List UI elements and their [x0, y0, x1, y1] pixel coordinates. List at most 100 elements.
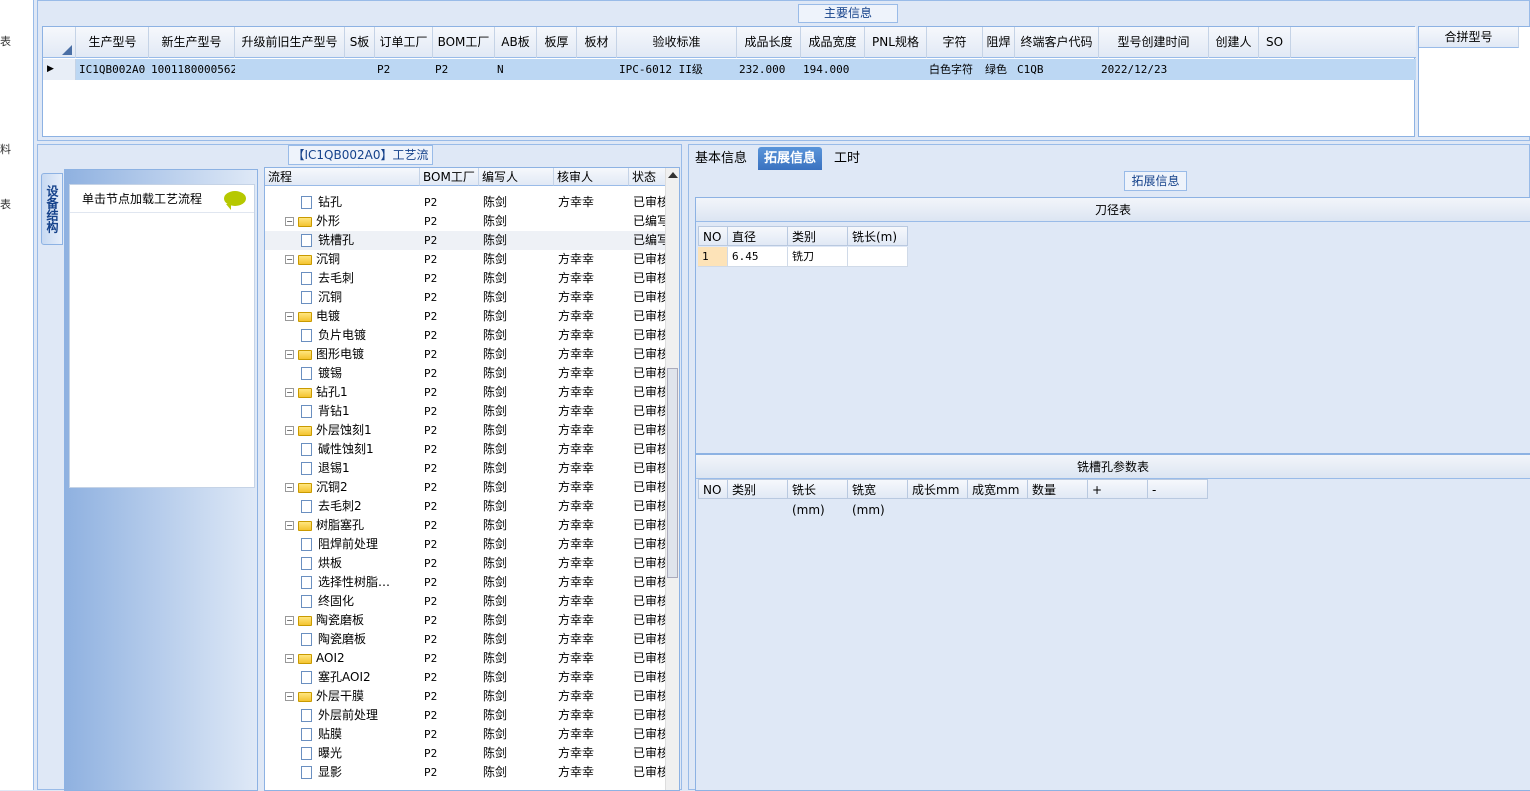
collapse-icon[interactable]: − [285, 483, 294, 492]
column-header[interactable]: 新生产型号 [149, 27, 235, 58]
column-header[interactable]: S板 [345, 27, 375, 58]
column-header[interactable]: AB板 [495, 27, 537, 58]
mill-column-header[interactable]: 数量 [1028, 479, 1088, 499]
table-cell[interactable]: C1QB [1015, 59, 1099, 80]
tree-row[interactable]: 终固化 P2 陈剑 方幸幸 已审核 [265, 592, 669, 611]
collapse-icon[interactable]: − [285, 217, 294, 226]
tree-row[interactable]: 去毛刺2 P2 陈剑 方幸幸 已审核 [265, 497, 669, 516]
remove-row-button[interactable]: - [1148, 479, 1208, 499]
tree-column-header[interactable]: 流程 [265, 168, 420, 186]
tree-row[interactable]: 沉铜 P2 陈剑 方幸幸 已审核 [265, 288, 669, 307]
tab-equipment-structure[interactable]: 设备结构 [41, 173, 63, 245]
table-cell[interactable]: 232.000 [737, 59, 801, 80]
column-header[interactable]: 成品长度 [737, 27, 801, 58]
column-header[interactable]: 升级前旧生产型号 [235, 27, 345, 58]
table-cell[interactable]: 白色字符 [927, 59, 983, 80]
table-cell[interactable]: N [495, 59, 537, 80]
tree-row[interactable]: − 钻孔1 P2 陈剑 方幸幸 已审核 [265, 383, 669, 402]
tab-basic-info[interactable]: 基本信息 [689, 147, 753, 170]
mill-column-header[interactable]: NO [698, 479, 728, 499]
tree-row[interactable]: 背钻1 P2 陈剑 方幸幸 已审核 [265, 402, 669, 421]
knife-column-header[interactable]: 直径(mm) [728, 226, 788, 264]
column-header[interactable]: 型号创建时间 [1099, 27, 1209, 58]
tab-extended-info[interactable]: 拓展信息 [758, 147, 823, 170]
table-cell[interactable]: 10011800005628 [149, 59, 235, 80]
collapse-icon[interactable]: − [285, 388, 294, 397]
column-header[interactable]: 板厚 [537, 27, 577, 58]
tree-row[interactable]: − 图形电镀 P2 陈剑 方幸幸 已审核 [265, 345, 669, 364]
merge-model-grid[interactable]: 合拼型号 [1418, 26, 1530, 137]
table-cell[interactable]: IPC-6012 II级 [617, 59, 737, 80]
tree-row[interactable]: 塞孔AOI2 P2 陈剑 方幸幸 已审核 [265, 668, 669, 687]
process-tree[interactable]: 流程 BOM工厂 编写人 核审人 状态 钻孔 P2 陈剑 方幸幸 已审核 − 外形 P2 陈剑 已编写 铣槽… [264, 167, 680, 791]
collapse-icon[interactable]: − [285, 350, 294, 359]
tree-row[interactable]: 外层前处理 P2 陈剑 方幸幸 已审核 [265, 706, 669, 725]
mill-column-header[interactable]: 铣长(mm) [788, 479, 848, 517]
collapse-icon[interactable]: − [285, 616, 294, 625]
collapse-icon[interactable]: − [285, 654, 294, 663]
tab-work-hours[interactable]: 工时 [828, 147, 866, 170]
column-header[interactable]: 板材 [577, 27, 617, 58]
tree-row[interactable]: 贴膜 P2 陈剑 方幸幸 已审核 [265, 725, 669, 744]
tree-row[interactable]: 阻焊前处理 P2 陈剑 方幸幸 已审核 [265, 535, 669, 554]
tree-row[interactable]: 铣槽孔 P2 陈剑 已编写 [265, 231, 669, 250]
knife-column-header[interactable]: 类别 [788, 226, 848, 246]
mill-column-header[interactable]: 类别 [728, 479, 788, 499]
scroll-up-icon[interactable] [668, 172, 678, 178]
tree-row[interactable]: 负片电镀 P2 陈剑 方幸幸 已审核 [265, 326, 669, 345]
tree-row[interactable]: − 电镀 P2 陈剑 方幸幸 已审核 [265, 307, 669, 326]
tree-row[interactable]: − AOI2 P2 陈剑 方幸幸 已审核 [265, 649, 669, 668]
table-cell[interactable] [1209, 59, 1259, 80]
tree-row[interactable]: − 陶瓷磨板 P2 陈剑 方幸幸 已审核 [265, 611, 669, 630]
column-header[interactable]: 字符 [927, 27, 983, 58]
mill-column-header[interactable]: 成长mm [908, 479, 968, 499]
tree-row[interactable]: 显影 P2 陈剑 方幸幸 已审核 [265, 763, 669, 782]
tree-row[interactable]: − 外形 P2 陈剑 已编写 [265, 212, 669, 231]
tree-row[interactable]: 退锡1 P2 陈剑 方幸幸 已审核 [265, 459, 669, 478]
mill-column-header[interactable]: 成宽mm [968, 479, 1028, 499]
tree-column-header[interactable]: 编写人 [479, 168, 554, 186]
collapse-icon[interactable]: − [285, 521, 294, 530]
tree-row[interactable]: − 外层干膜 P2 陈剑 方幸幸 已审核 [265, 687, 669, 706]
tree-column-header[interactable]: 核审人 [554, 168, 629, 186]
table-cell[interactable]: 2022/12/23 [1099, 59, 1209, 80]
column-header[interactable]: 生产型号 [77, 27, 149, 58]
tree-row[interactable]: 陶瓷磨板 P2 陈剑 方幸幸 已审核 [265, 630, 669, 649]
table-cell[interactable] [865, 59, 927, 80]
knife-cell[interactable]: 1 [698, 247, 728, 267]
column-header[interactable]: 订单工厂 [375, 27, 433, 58]
tree-row[interactable]: − 外层蚀刻1 P2 陈剑 方幸幸 已审核 [265, 421, 669, 440]
tree-row[interactable]: 镀锡 P2 陈剑 方幸幸 已审核 [265, 364, 669, 383]
tree-row[interactable]: 烘板 P2 陈剑 方幸幸 已审核 [265, 554, 669, 573]
column-header[interactable]: BOM工厂 [433, 27, 495, 58]
column-header[interactable]: 成品宽度 [801, 27, 865, 58]
table-cell[interactable] [577, 59, 617, 80]
tree-row[interactable]: 选择性树脂… P2 陈剑 方幸幸 已审核 [265, 573, 669, 592]
collapse-icon[interactable]: − [285, 255, 294, 264]
table-cell[interactable]: P2 [375, 59, 433, 80]
table-cell[interactable] [345, 59, 375, 80]
add-row-button[interactable]: + [1088, 479, 1148, 499]
table-cell[interactable] [235, 59, 345, 80]
column-header[interactable]: 终端客户代码 [1015, 27, 1099, 58]
tree-row[interactable]: − 树脂塞孔 P2 陈剑 方幸幸 已审核 [265, 516, 669, 535]
tree-scrollbar[interactable] [665, 168, 679, 790]
tree-row[interactable]: − 沉铜2 P2 陈剑 方幸幸 已审核 [265, 478, 669, 497]
column-header[interactable]: 验收标准 [617, 27, 737, 58]
main-info-grid[interactable]: 生产型号 新生产型号 升级前旧生产型号 S板 订单工厂 BOM工厂 AB板 板厚 板材 验收标准成… [42, 26, 1416, 137]
tree-row[interactable]: 钻孔 P2 陈剑 方幸幸 已审核 [265, 193, 669, 212]
column-header[interactable]: SO [1259, 27, 1291, 58]
knife-column-header[interactable]: NO [698, 226, 728, 246]
collapse-icon[interactable]: − [285, 692, 294, 701]
column-header[interactable]: 阻焊 [983, 27, 1015, 58]
table-cell[interactable]: 绿色 [983, 59, 1015, 80]
collapse-icon[interactable]: − [285, 312, 294, 321]
tree-column-header[interactable]: BOM工厂 [420, 168, 479, 186]
table-cell[interactable] [537, 59, 577, 80]
tree-row[interactable]: 曝光 P2 陈剑 方幸幸 已审核 [265, 744, 669, 763]
table-cell[interactable]: 194.000 [801, 59, 865, 80]
mill-column-header[interactable]: 铣宽(mm) [848, 479, 908, 517]
tree-row[interactable]: 碱性蚀刻1 P2 陈剑 方幸幸 已审核 [265, 440, 669, 459]
tree-row[interactable]: − 沉铜 P2 陈剑 方幸幸 已审核 [265, 250, 669, 269]
tree-row[interactable]: 去毛刺 P2 陈剑 方幸幸 已审核 [265, 269, 669, 288]
